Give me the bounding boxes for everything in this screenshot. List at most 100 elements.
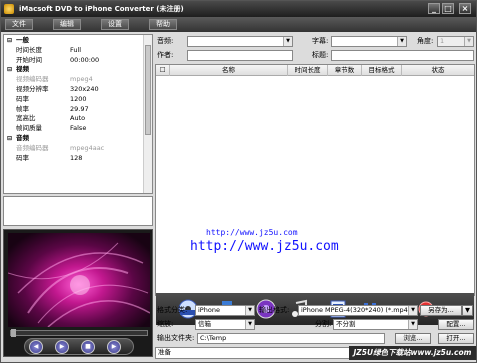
title-bar[interactable]: iMacsoft DVD to iPhone Converter (未注册) _… [1, 1, 476, 17]
property-value[interactable]: 320x240 [70, 85, 99, 94]
property-group[interactable]: ⊟ 一般 [4, 36, 144, 45]
property-group[interactable]: ⊟ 视频 [4, 65, 144, 74]
title-label: 标题: [312, 51, 329, 59]
save-as-button[interactable]: 另存为... [420, 305, 462, 316]
title-list[interactable]: ☐ 名称 时间长度 章节数 目标格式 状态 http://www.jz5u.co… [155, 64, 475, 325]
angle-select[interactable]: 1 ▼ [437, 36, 474, 47]
maximize-button[interactable]: □ [442, 3, 454, 14]
property-value[interactable]: 29.97 [70, 105, 89, 114]
col-name[interactable]: 名称 [170, 65, 288, 76]
author-input[interactable] [187, 50, 293, 61]
property-key: 帧间质量 [16, 124, 42, 133]
property-value[interactable]: Auto [70, 114, 85, 123]
seek-handle[interactable] [11, 329, 16, 337]
property-group-label: 音频 [16, 134, 29, 142]
zoom-label: 缩放: [157, 320, 174, 328]
format-value: iPhone [198, 306, 220, 314]
seek-bar[interactable] [10, 329, 148, 337]
property-key: 码率 [16, 94, 29, 103]
property-group[interactable]: ⊟ 音频 [4, 134, 144, 143]
property-group-label: 视频 [16, 65, 29, 74]
split-select[interactable]: 不分割 ▼ [333, 319, 418, 330]
property-key: 视频分辨率 [16, 85, 49, 93]
stop-icon[interactable]: ■ [81, 340, 95, 354]
close-button[interactable]: × [459, 3, 471, 14]
property-value[interactable]: 00:00:00 [70, 56, 99, 65]
select-all-checkbox[interactable]: ☐ [156, 65, 170, 76]
property-row[interactable]: 帧间质量 False [4, 124, 144, 133]
property-row[interactable]: 视频分辨率 320x240 [4, 85, 144, 94]
property-row[interactable]: 码率 128 [4, 154, 144, 163]
output-format-value: iPhone MPEG-4(320*240) (*.mp4) [301, 306, 411, 314]
output-folder-label: 输出文件夹: [157, 334, 195, 342]
zoom-value: 信箱 [198, 320, 211, 328]
col-target-format[interactable]: 目标格式 [362, 65, 402, 76]
site-badge: JZ5U绿色下载站www.jz5u.com [349, 346, 476, 360]
property-value[interactable]: Full [70, 46, 81, 55]
property-row[interactable]: 开始时间 00:00:00 [4, 56, 144, 65]
config-button[interactable]: 配置... [438, 319, 474, 330]
audio-select[interactable]: ▼ [187, 36, 293, 47]
property-value[interactable]: False [70, 124, 86, 133]
chevron-down-icon: ▼ [283, 37, 292, 46]
property-row[interactable]: 码率 1200 [4, 95, 144, 104]
minimize-button[interactable]: _ [428, 3, 440, 14]
property-row[interactable]: 帧率 29.97 [4, 105, 144, 114]
collapse-icon[interactable]: ⊟ [7, 134, 12, 143]
status-text: 准备 [158, 348, 171, 356]
watermark-small: http://www.jz5u.com [206, 228, 298, 237]
col-chapters[interactable]: 章节数 [328, 65, 362, 76]
format-select[interactable]: iPhone ▼ [195, 305, 255, 316]
menu-edit[interactable]: 编辑 [53, 19, 81, 30]
chevron-down-icon: ▼ [245, 306, 254, 315]
window-title: iMacsoft DVD to iPhone Converter (未注册) [19, 5, 184, 13]
output-format-select[interactable]: iPhone MPEG-4(320*240) (*.mp4) ▼ [298, 305, 418, 316]
chevron-down-icon: ▼ [408, 320, 417, 329]
prev-icon[interactable]: ◀ [29, 340, 43, 354]
menu-file[interactable]: 文件 [5, 19, 33, 30]
playback-controls: ◀ ▶ ■ ▶ [24, 338, 134, 355]
property-key: 帧率 [16, 104, 29, 113]
chevron-down-icon: ▼ [245, 320, 254, 329]
col-status[interactable]: 状态 [402, 65, 474, 76]
save-as-dropdown-button[interactable]: ▼ [462, 305, 473, 316]
output-format-label: 输出格式: [259, 306, 290, 314]
col-duration[interactable]: 时间长度 [288, 65, 328, 76]
menu-help[interactable]: 帮助 [149, 19, 177, 30]
next-icon[interactable]: ▶ [107, 340, 121, 354]
property-row[interactable]: 时间长度 Full [4, 46, 144, 55]
watermark-large: http://www.jz5u.com [190, 239, 339, 254]
angle-value: 1 [440, 37, 445, 45]
open-button[interactable]: 打开... [438, 333, 474, 344]
properties-panel: ⊟ 一般 时间长度 Full 开始时间 00:00:00 ⊟ 视频 视频编码器 mpeg4 视频分辨… [3, 34, 153, 194]
properties-scrollbar[interactable] [143, 35, 152, 193]
property-value[interactable]: mpeg4 [70, 75, 93, 84]
browse-button[interactable]: 浏览... [395, 333, 431, 344]
collapse-icon[interactable]: ⊟ [7, 36, 12, 45]
app-window: iMacsoft DVD to iPhone Converter (未注册) _… [0, 0, 477, 363]
output-folder-input[interactable]: C:\Temp [197, 333, 385, 344]
video-player: ◀ ▶ ■ ▶ [3, 229, 153, 357]
audio-label: 音频: [157, 37, 174, 45]
property-key: 码率 [16, 153, 29, 162]
main-area: 音频: ▼ 字幕: ▼ 角度: 1 ▼ 作者: 标题: ☐ 名称 时间长度 章节数… [155, 34, 476, 361]
collapse-icon[interactable]: ⊟ [7, 65, 12, 74]
title-input[interactable] [331, 50, 474, 61]
property-key: 时间长度 [16, 45, 42, 54]
menu-settings[interactable]: 设置 [101, 19, 129, 30]
output-folder-value: C:\Temp [200, 334, 227, 342]
play-icon[interactable]: ▶ [55, 340, 69, 354]
property-row[interactable]: 宽高比 Auto [4, 114, 144, 123]
property-row[interactable]: 音频编码器 mpeg4aac [4, 144, 144, 153]
property-value[interactable]: 1200 [70, 95, 87, 104]
author-label: 作者: [157, 51, 174, 59]
zoom-select[interactable]: 信箱 ▼ [195, 319, 255, 330]
property-key: 宽高比 [16, 114, 36, 123]
split-value: 不分割 [336, 320, 356, 328]
property-value[interactable]: 128 [70, 154, 82, 163]
property-description [3, 196, 153, 226]
subtitle-select[interactable]: ▼ [331, 36, 407, 47]
property-row[interactable]: 视频编码器 mpeg4 [4, 75, 144, 84]
property-key: 音频编码器 [16, 143, 49, 152]
property-value[interactable]: mpeg4aac [70, 144, 104, 153]
